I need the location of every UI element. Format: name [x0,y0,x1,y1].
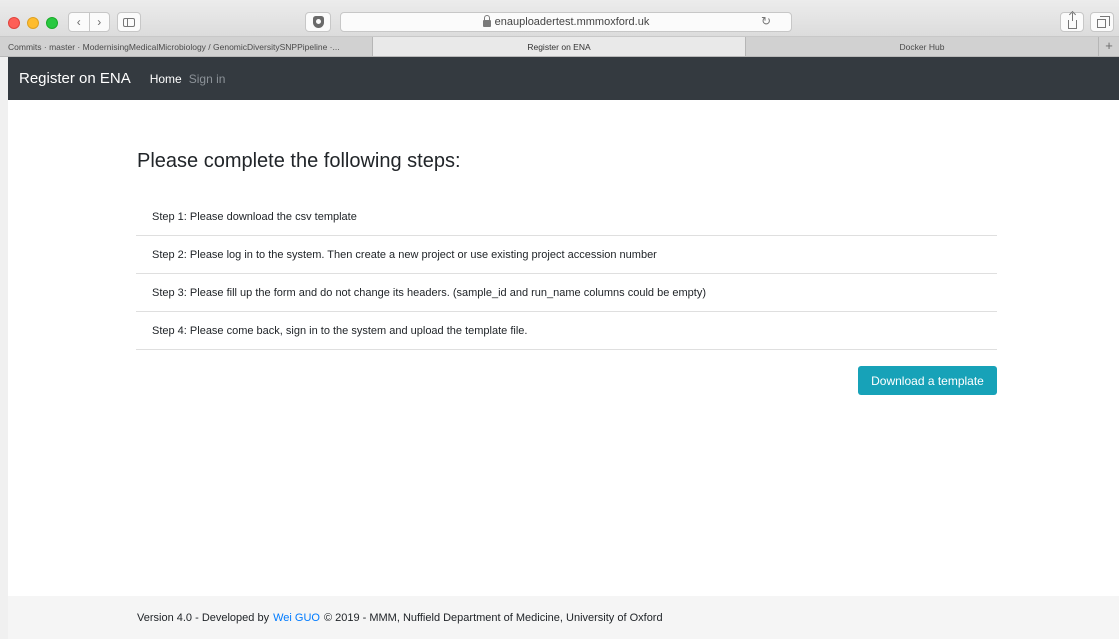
step-item-4: Step 4: Please come back, sign in to the… [136,312,997,350]
author-link[interactable]: Wei GUO [273,612,320,624]
privacy-button[interactable] [305,12,331,32]
tab-register-on-ena[interactable]: Register on ENA [373,37,746,56]
tab-bar: Commits · master · ModernisingMedicalMic… [0,37,1119,57]
privacy-shield-icon [312,16,324,28]
brand-link[interactable]: Register on ENA [19,70,131,87]
sidebar-toggle-button[interactable] [117,12,141,32]
back-button[interactable]: ‹ [69,16,89,28]
download-template-button[interactable]: Download a template [858,366,997,395]
tab-commits[interactable]: Commits · master · ModernisingMedicalMic… [0,37,373,56]
nav-sign-in-link[interactable]: Sign in [189,72,226,86]
main-content: Please complete the following steps: Ste… [8,100,1119,596]
step-item-3: Step 3: Please fill up the form and do n… [136,274,997,312]
tab-overview-button[interactable] [1090,12,1114,32]
app-navbar: Register on ENA Home Sign in [8,57,1119,100]
reload-icon[interactable]: ↻ [761,15,771,27]
close-window-button[interactable] [8,17,20,29]
zoom-window-button[interactable] [46,17,58,29]
address-bar[interactable]: enauploadertest.mmmoxford.uk ↻ [340,12,792,32]
new-tab-button[interactable]: + [1099,37,1119,56]
step-item-1: Step 1: Please download the csv template [136,198,997,236]
tab-overview-icon [1096,15,1110,28]
browser-titlebar: ‹ › enauploadertest.mmmoxford.uk ↻ [0,0,1119,37]
page-heading: Please complete the following steps: [137,150,461,172]
page-footer: Version 4.0 - Developed by Wei GUO © 201… [8,596,1119,639]
tab-docker-hub[interactable]: Docker Hub [746,37,1099,56]
window-left-edge [0,57,8,639]
url-text: enauploadertest.mmmoxford.uk [494,15,650,28]
steps-list: Step 1: Please download the csv template… [136,198,997,350]
history-nav: ‹ › [68,12,110,32]
share-button[interactable] [1060,12,1084,32]
lock-icon [482,14,491,27]
forward-button[interactable]: › [90,16,110,28]
share-icon [1067,12,1077,29]
nav-home-link[interactable]: Home [150,72,182,86]
footer-prefix: Version 4.0 - Developed by [137,611,270,624]
footer-suffix: © 2019 - MMM, Nuffield Department of Med… [323,611,663,624]
minimize-window-button[interactable] [27,17,39,29]
step-item-2: Step 2: Please log in to the system. The… [136,236,997,274]
sidebar-icon [123,17,135,27]
